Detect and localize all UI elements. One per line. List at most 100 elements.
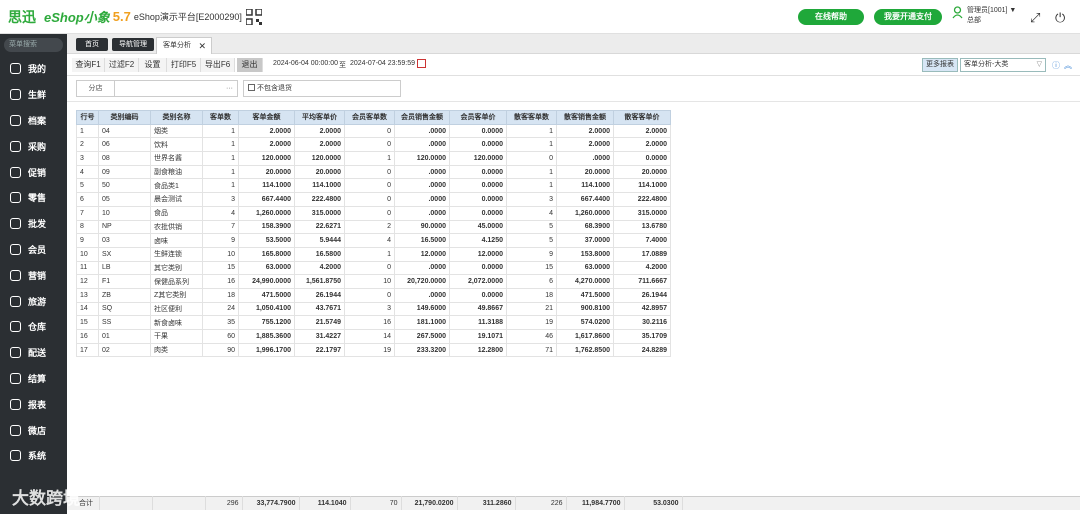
table-row[interactable]: 3 08 世界名酱 1 120.0000 120.0000 1 120.0000 120.000… [76,151,671,166]
collapse-icon[interactable]: ︽ [1064,60,1072,71]
table-row[interactable]: 9 03 卤味 9 53.5000 5.9444 4 16.5000 4.1250 5 37.000… [76,233,671,248]
table-row[interactable]: 15 SS 新食卤味 35 755.1200 21.5749 16 181.1000 11.31… [76,315,671,330]
sidebar-item-travel[interactable]: 旅游 [0,288,67,314]
brand-logo-en: eShop小象 [44,10,110,25]
sidebar-item-fresh[interactable]: 生鲜 [0,82,67,108]
print-button[interactable]: 打印F5 [167,58,201,72]
fullscreen-icon[interactable]: ⤢ [1030,10,1040,26]
table-row[interactable]: 5 50 食品类1 1 114.1000 114.1000 0.0000 0.0000 1 114… [76,178,671,194]
sidebar-item-retail[interactable]: 零售 [0,185,67,211]
table-cell: 01 [98,329,151,344]
col-header[interactable]: 散客销售金额 [556,110,614,125]
table-cell: 35 [202,315,239,330]
sidebar-item-microstore[interactable]: 微店 [0,417,67,443]
col-header[interactable]: 行号 [76,110,99,125]
table-cell: 1 [202,178,239,194]
table-cell: 14 [344,329,395,344]
table-row[interactable]: 6 05 晨会测试 3 667.4400 222.4800 0.0000 0.0000 3 667… [76,192,671,207]
table-row[interactable]: 14 SQ 社区便利 24 1,050.4100 43.7671 3 149.6000 49.8… [76,301,671,317]
table-cell: 1,260.0000 [238,205,295,221]
query-button[interactable]: 查询F1 [72,58,105,72]
table-row[interactable]: 16 01 干果 60 1,885.3600 31.4227 14 267.5000 19.10… [76,329,671,344]
col-header[interactable]: 散客客单数 [506,110,557,125]
table-cell: 11.3188 [449,315,507,330]
col-header[interactable]: 会员客单价 [449,110,507,125]
table-row[interactable]: 8 NP 农批供销 7 158.3900 22.6271 2 90.0000 45.0000 5 6… [76,219,671,235]
tab-home[interactable]: 首页 [76,38,108,51]
table-row[interactable]: 13 ZB Z其它类别 18 471.5000 26.1944 0.0000 0.0000 18… [76,287,671,303]
sidebar-item-report[interactable]: 报表 [0,391,67,417]
export-button[interactable]: 导出F6 [201,58,235,72]
help-icon[interactable]: ⓘ [1052,60,1060,71]
user-menu[interactable]: 管理员[1001] ▼ 总部 [952,6,1016,26]
table-cell: 667.4400 [556,192,614,207]
sidebar-item-purchase[interactable]: 采购 [0,133,67,159]
branch-field[interactable]: 分店 ··· [76,80,238,97]
totals-cell: 311.2860 [457,496,516,510]
sidebar-item-mine[interactable]: 我的 [0,56,67,82]
col-header[interactable]: 客单金额 [238,110,295,125]
date-to-input[interactable]: 2024-07-04 23:59:59 [350,60,415,67]
sidebar-item-wholesale[interactable]: 批发 [0,211,67,237]
close-icon[interactable]: ✕ [198,38,206,54]
table-cell: 20,720.0000 [394,274,450,289]
table-row[interactable]: 1 04 烟类 1 2.0000 2.0000 0.0000 0.0000 1 2.0000 2.0… [76,123,671,139]
table-row[interactable]: 12 F1 保健品系列 16 24,990.0000 1,561.8750 10 20,720… [76,274,671,289]
sidebar-item-delivery[interactable]: 配送 [0,340,67,366]
store-icon [10,424,21,436]
table-cell: 2.0000 [556,137,614,153]
table-cell: 2.0000 [294,123,345,139]
sidebar-item-promotion[interactable]: 促销 [0,159,67,185]
table-cell: 烟类 [150,123,203,139]
table-cell: 90.0000 [394,219,450,235]
calendar-icon[interactable] [417,59,426,68]
table-cell: 667.4400 [238,192,295,207]
sidebar-item-warehouse[interactable]: 仓库 [0,314,67,340]
table-cell: 153.8000 [556,246,614,262]
open-payment-button[interactable]: 我要开通支付 [874,9,942,25]
table-row[interactable]: 10 SX 生鲜连锁 10 165.8000 16.5800 1 12.0000 12.0000… [76,246,671,262]
table-cell: 315.0000 [294,205,345,221]
table-cell: 114.1000 [294,178,345,194]
more-reports-button[interactable]: 更多报表 [922,58,958,72]
totals-cell [99,496,153,510]
settings-button[interactable]: 设置 [139,58,167,72]
ellipsis-icon[interactable]: ··· [226,81,233,96]
menu-search-input[interactable]: 菜单搜索 [4,38,63,52]
filter-button[interactable]: 过滤F2 [105,58,139,72]
sidebar-item-archive[interactable]: 档案 [0,108,67,134]
table-cell: 2.0000 [556,123,614,139]
exit-button[interactable]: 退出 [237,58,263,72]
table-row[interactable]: 7 10 食品 4 1,260.0000 315.0000 0.0000 0.0000 4 1,2… [76,205,671,221]
power-icon[interactable]: ⏻ [1055,10,1065,26]
platform-name: eShop演示平台[E2000290] [133,12,242,22]
col-header[interactable]: 客单数 [202,110,239,125]
date-from-input[interactable]: 2024-06-04 00:00:00 [273,60,338,67]
col-header[interactable]: 类别编码 [98,110,151,125]
col-header[interactable]: 会员销售金额 [394,110,450,125]
report-select[interactable]: 客单分析-大类 ▽ [960,58,1046,72]
table-row[interactable]: 2 06 饮料 1 2.0000 2.0000 0.0000 0.0000 1 2.0000 2.0… [76,137,671,153]
table-row[interactable]: 17 02 肉类 90 1,996.1700 22.1797 19 233.3200 12.28… [76,342,671,358]
sidebar-item-member[interactable]: 会员 [0,237,67,263]
table-cell: .0000 [394,260,450,276]
table-cell: 90 [202,342,239,358]
table-row[interactable]: 4 09 副食粮油 1 20.0000 20.0000 0.0000 0.0000 1 20.00… [76,164,671,180]
sidebar-item-settlement[interactable]: 结算 [0,366,67,392]
tab-bar: 首页 导航管理 客单分析 ✕ [67,34,1080,54]
col-header[interactable]: 平均客单价 [294,110,345,125]
table-cell: 13 [76,287,99,303]
tab-customer-analysis[interactable]: 客单分析 ✕ [156,37,212,54]
sidebar-item-marketing[interactable]: 营销 [0,262,67,288]
exclude-return-checkbox[interactable]: 不包含退货 [243,80,401,97]
col-header[interactable]: 会员客单数 [344,110,395,125]
table-cell: 1 [202,123,239,139]
col-header[interactable]: 散客客单价 [613,110,671,125]
online-help-button[interactable]: 在线帮助 [798,9,864,25]
sidebar-item-system[interactable]: 系统 [0,443,67,469]
table-row[interactable]: 11 LB 其它类别 15 63.0000 4.2000 0.0000 0.0000 15 63.… [76,260,671,276]
col-header[interactable]: 类别名称 [150,110,203,125]
tab-nav-manage[interactable]: 导航管理 [112,38,154,51]
qr-code-icon[interactable] [245,8,262,25]
table-cell: 5.9444 [294,233,345,248]
